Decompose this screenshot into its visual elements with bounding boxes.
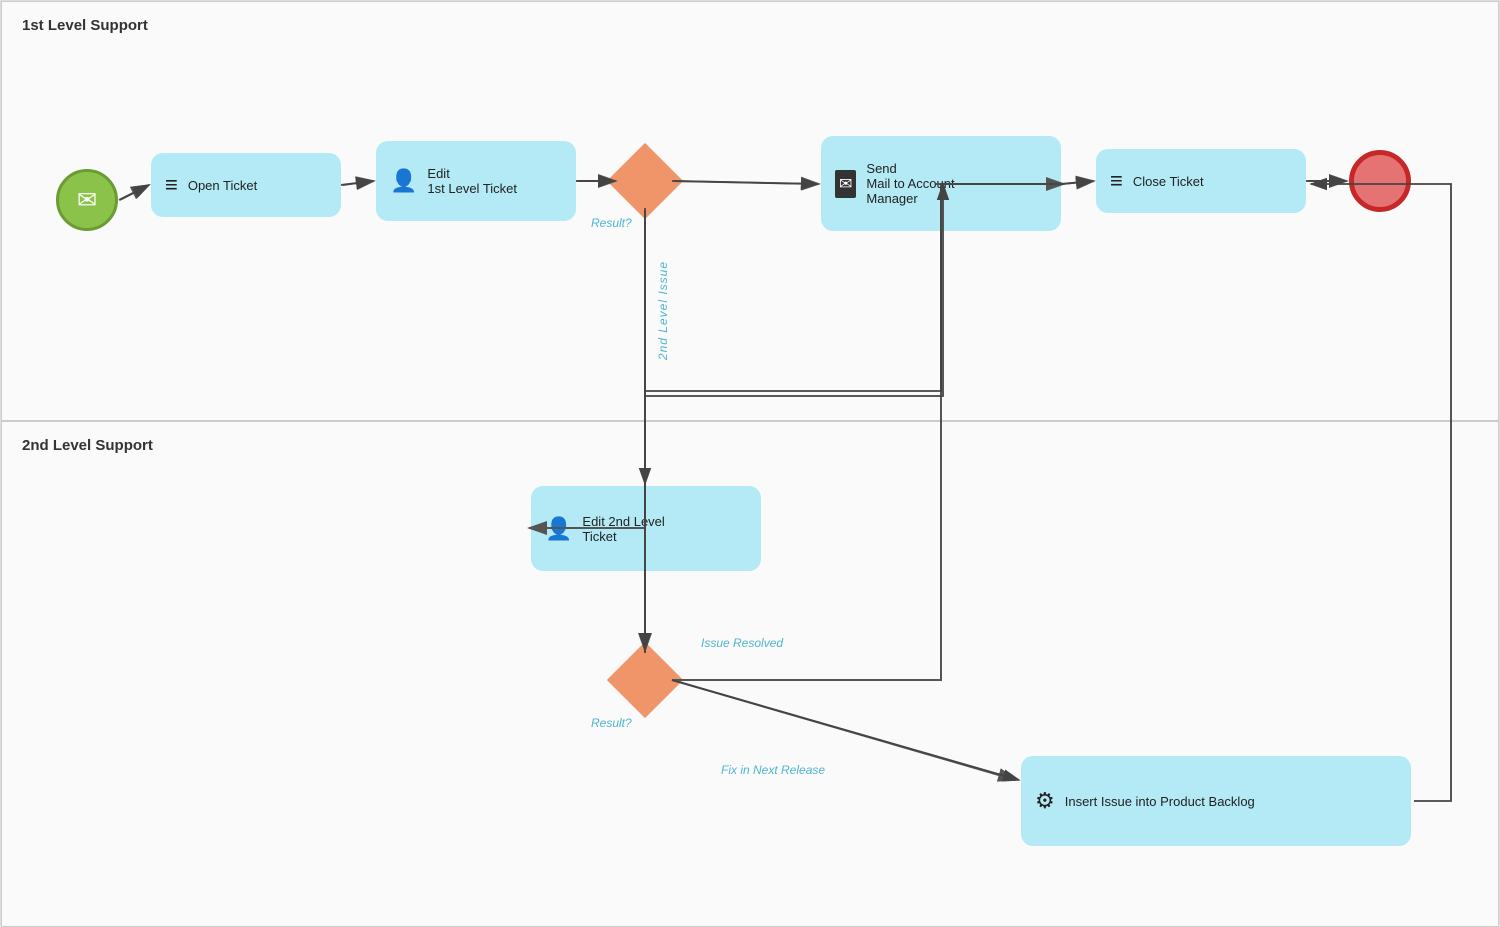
edit-2nd-label: Edit 2nd LevelTicket [582,514,664,544]
edit-1st-task[interactable]: 👤 Edit1st Level Ticket [376,141,576,221]
insert-issue-label: Insert Issue into Product Backlog [1065,794,1255,809]
open-ticket-label: Open Ticket [188,178,257,193]
envelope-icon: ✉ [77,186,97,215]
issue-resolved-label: Issue Resolved [701,636,783,650]
diagram-container: 1st Level Support 2nd Level Support ✉ ≡ … [0,0,1500,926]
lane-2-label: 2nd Level Support [22,437,153,454]
lane-1-label: 1st Level Support [22,17,148,34]
close-ticket-task[interactable]: ≡ Close Ticket [1096,149,1306,213]
send-mail-label: SendMail to AccountManager [866,161,954,206]
insert-issue-task[interactable]: ⚙ Insert Issue into Product Backlog [1021,756,1411,846]
gateway-2-label: Result? [591,716,632,730]
edit-1st-label: Edit1st Level Ticket [427,166,517,196]
edit-2nd-task[interactable]: 👤 Edit 2nd LevelTicket [531,486,761,571]
start-event: ✉ [56,169,118,231]
person-icon-1st: 👤 [390,168,417,194]
open-ticket-task[interactable]: ≡ Open Ticket [151,153,341,217]
send-mail-task[interactable]: ✉ SendMail to AccountManager [821,136,1061,231]
ticket-icon-close: ≡ [1110,168,1123,194]
mail-dark-icon: ✉ [835,170,856,198]
2nd-level-issue-label: 2nd Level Issue [656,261,670,360]
ticket-icon: ≡ [165,172,178,198]
gateway-1-label: Result? [591,216,632,230]
fix-next-release-label: Fix in Next Release [721,763,825,777]
person-icon-2nd: 👤 [545,516,572,542]
close-ticket-label: Close Ticket [1133,174,1204,189]
gear-icon: ⚙ [1035,788,1055,814]
end-event [1349,150,1411,212]
